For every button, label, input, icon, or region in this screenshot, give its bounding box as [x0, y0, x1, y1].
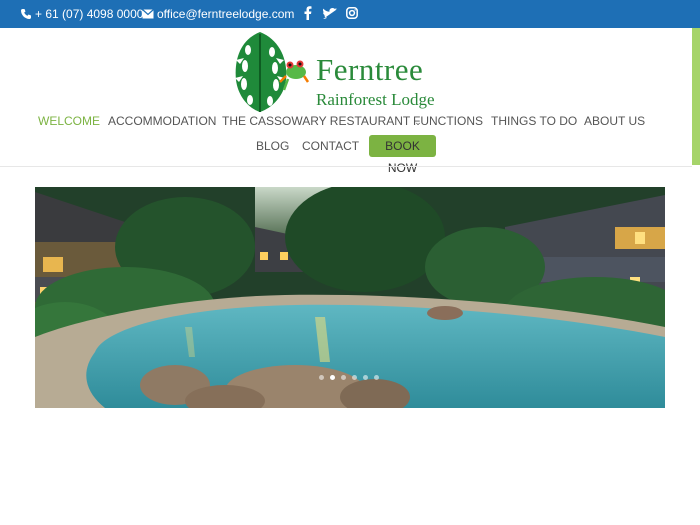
slide-dot[interactable] [363, 375, 368, 380]
twitter-icon[interactable] [323, 8, 337, 19]
email-link[interactable]: office@ferntreelodge.com [142, 7, 294, 21]
instagram-icon[interactable] [346, 7, 358, 19]
phone-link[interactable]: + 61 (07) 4098 0000 [20, 7, 143, 21]
fern-leaf-frog-logo-icon [232, 30, 310, 114]
brand-subtitle: Rainforest Lodge [316, 90, 435, 109]
slide-dot[interactable] [352, 375, 357, 380]
phone-icon [20, 8, 32, 20]
hero-slider[interactable] [35, 187, 665, 408]
facebook-icon[interactable] [304, 6, 312, 20]
brand-name: Ferntree [316, 52, 424, 87]
top-contact-bar: + 61 (07) 4098 0000 office@ferntreelodge… [0, 0, 700, 28]
slide-dot[interactable] [341, 375, 346, 380]
nav-functions[interactable]: FUNCTIONS [413, 114, 483, 128]
header-divider [0, 166, 692, 167]
mail-icon [142, 9, 154, 19]
edge-accent-strip [692, 28, 700, 165]
slider-pagination [319, 375, 379, 380]
nav-welcome[interactable]: WELCOME [38, 114, 100, 128]
slide-dot[interactable] [319, 375, 324, 380]
nav-contact[interactable]: CONTACT [302, 139, 359, 153]
nav-about-us[interactable]: ABOUT US [584, 114, 645, 128]
nav-restaurant-label: THE CASSOWARY RESTAURANT [222, 114, 411, 128]
slide-dot-active[interactable] [330, 375, 335, 380]
nav-accommodation[interactable]: ACCOMMODATION [108, 114, 216, 128]
nav-things-to-do[interactable]: THINGS TO DO [491, 114, 577, 128]
nav-the-cassowary-restaurant[interactable]: THE CASSOWARY RESTAURANT ⌄ [222, 114, 422, 128]
book-now-button[interactable]: BOOK NOW [369, 135, 436, 175]
slide-dot[interactable] [374, 375, 379, 380]
email-address: office@ferntreelodge.com [157, 7, 295, 21]
nav-blog[interactable]: BLOG [256, 139, 289, 153]
phone-number: + 61 (07) 4098 0000 [35, 7, 144, 21]
